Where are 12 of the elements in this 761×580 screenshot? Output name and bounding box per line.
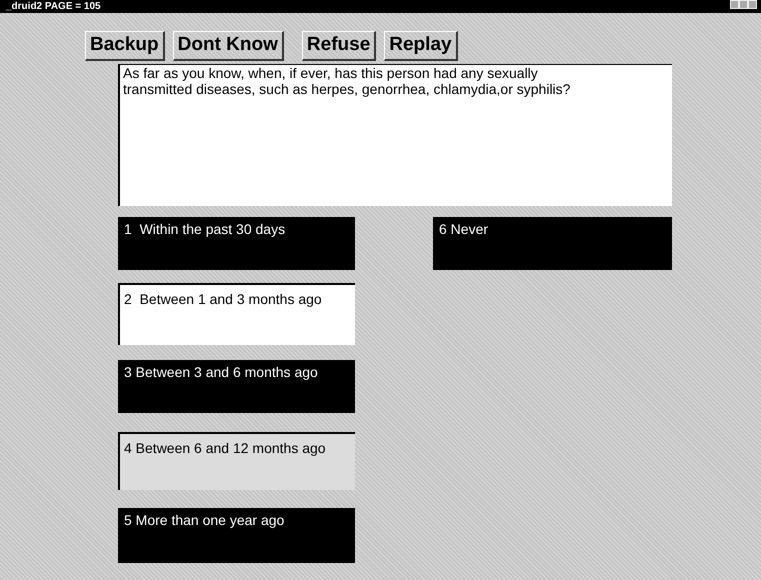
answer-choice[interactable]: 2 Between 1 and 3 months ago xyxy=(118,282,355,345)
answer-option-button[interactable]: Dont Know xyxy=(172,31,284,61)
answer-choice[interactable]: 1 Within the past 30 days xyxy=(118,216,355,270)
question-text: As far as you know, when, if ever, has this person had any sexually transmitted diseases, such as herpes, genorrhea, chlamydia,or syphilis? xyxy=(118,64,672,206)
answer-choice[interactable]: 4 Between 6 and 12 months ago xyxy=(118,432,355,490)
answer-choice[interactable]: 5 More than one year ago xyxy=(118,508,355,563)
window-title: _druid2 PAGE = 105 xyxy=(6,0,101,13)
answer-choice[interactable]: 3 Between 3 and 6 months ago xyxy=(118,360,355,413)
answer-option-button[interactable]: Backup xyxy=(85,31,165,61)
answer-choice[interactable]: 6 Never xyxy=(433,216,672,270)
answer-option-button[interactable]: Replay xyxy=(384,31,458,61)
answer-option-button[interactable]: Refuse xyxy=(302,31,376,61)
